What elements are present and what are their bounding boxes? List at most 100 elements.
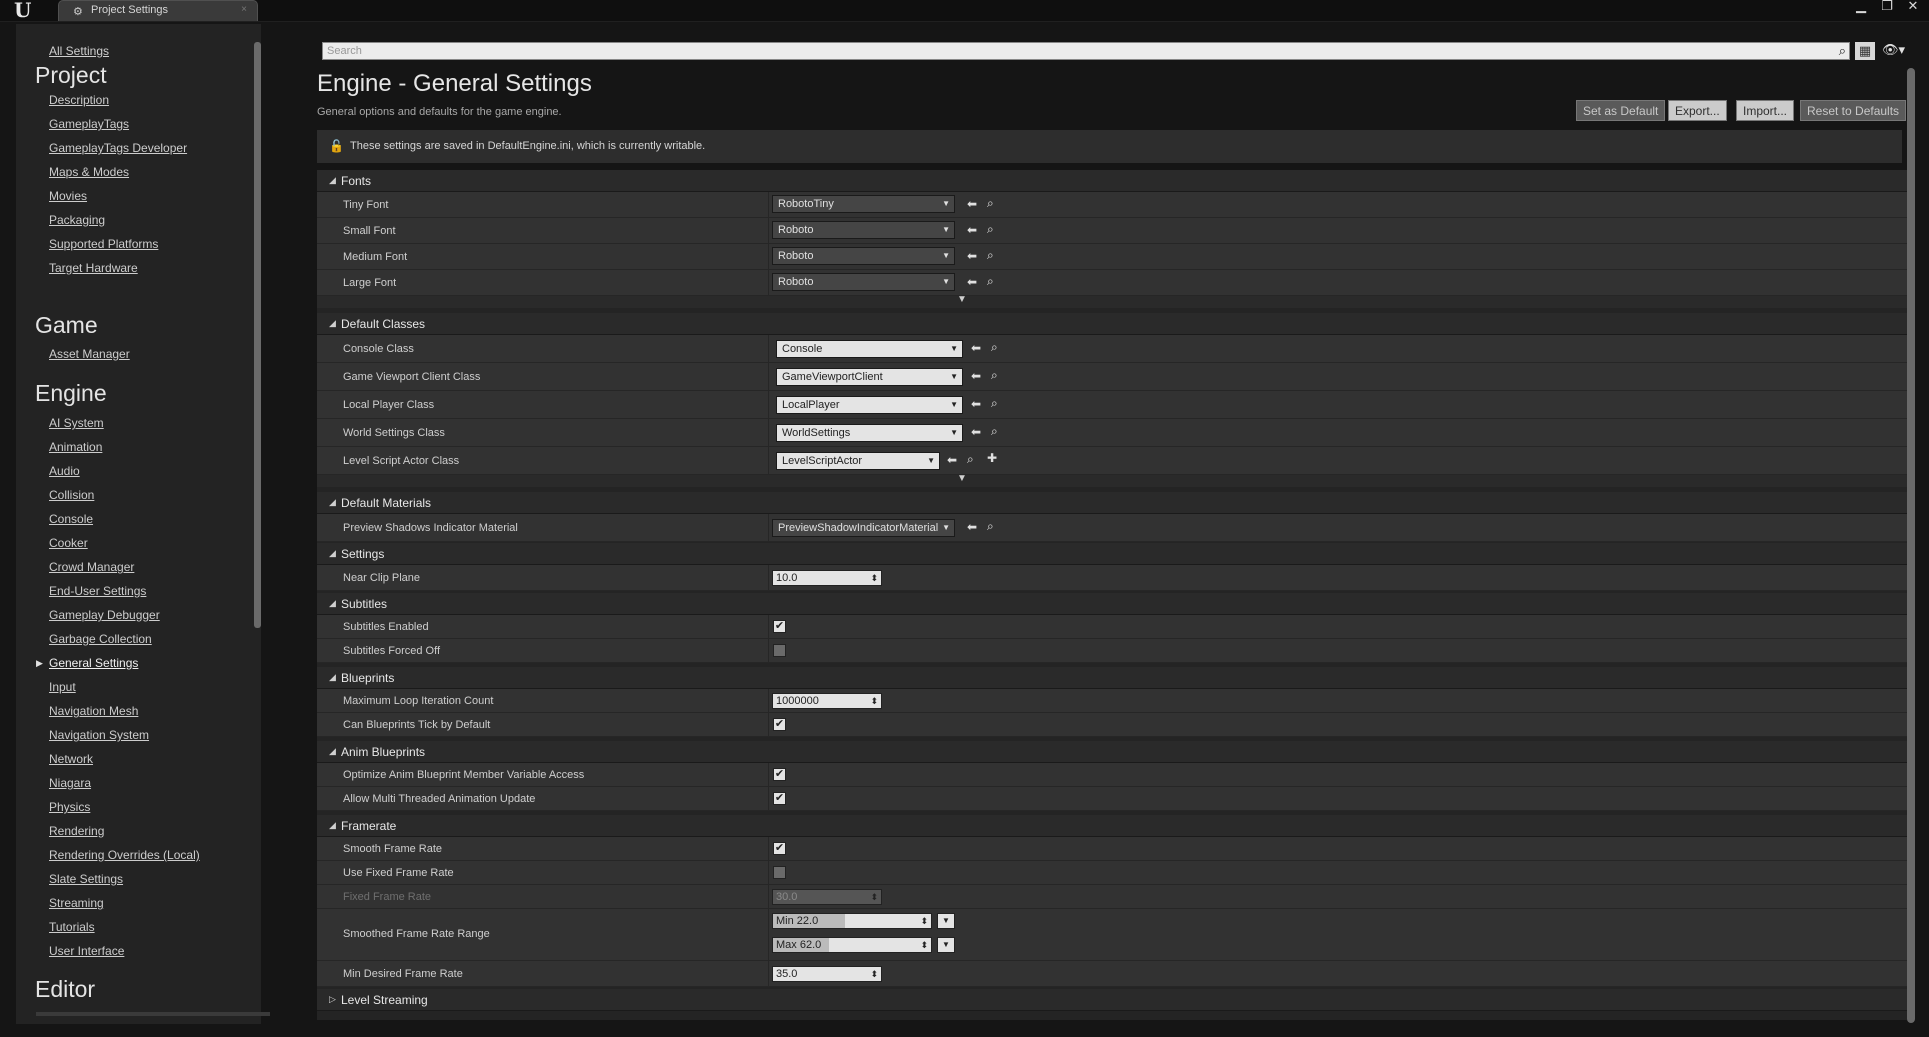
sidebar-item-slate-settings[interactable]: Slate Settings (49, 872, 123, 886)
use-selected-arrow-icon[interactable]: ⬅ (971, 341, 981, 355)
use-selected-arrow-icon[interactable]: ⬅ (967, 275, 977, 289)
sidebar-item-collision[interactable]: Collision (49, 488, 94, 502)
use-selected-arrow-icon[interactable]: ⬅ (971, 425, 981, 439)
collapse-triangle-icon[interactable]: ◢ (329, 820, 336, 831)
sidebar-item-network[interactable]: Network (49, 752, 93, 766)
sidebar-item-supported-platforms[interactable]: Supported Platforms (49, 237, 158, 251)
sidebar-item-animation[interactable]: Animation (49, 440, 102, 454)
sidebar-item-rendering-overrides[interactable]: Rendering Overrides (Local) (49, 848, 200, 862)
tiny-font-combo[interactable]: RobotoTiny ▼ (772, 195, 955, 213)
sidebar-item-movies[interactable]: Movies (49, 189, 87, 203)
export-button[interactable]: Export... (1668, 100, 1727, 121)
multi-threaded-anim-checkbox[interactable]: ✔ (773, 792, 786, 805)
min-desired-frame-rate-input[interactable]: 35.0 ⬍ (772, 966, 882, 982)
sidebar-item-asset-manager[interactable]: Asset Manager (49, 347, 130, 361)
use-selected-arrow-icon[interactable]: ⬅ (971, 369, 981, 383)
browse-search-icon[interactable]: ⌕ (987, 196, 994, 211)
sidebar-item-streaming[interactable]: Streaming (49, 896, 104, 910)
browse-search-icon[interactable]: ⌕ (987, 222, 994, 237)
sidebar-item-all-settings[interactable]: All Settings (49, 44, 109, 58)
view-options-grid-icon[interactable]: ▦ (1855, 42, 1875, 60)
range-min-dropdown-icon[interactable]: ▼ (937, 913, 955, 929)
sidebar-item-cooker[interactable]: Cooker (49, 536, 88, 550)
sidebar-item-tutorials[interactable]: Tutorials (49, 920, 95, 934)
small-font-combo[interactable]: Roboto ▼ (772, 221, 955, 239)
medium-font-combo[interactable]: Roboto ▼ (772, 247, 955, 265)
large-font-combo[interactable]: Roboto ▼ (772, 273, 955, 291)
local-player-class-combo[interactable]: LocalPlayer ▼ (776, 396, 963, 414)
optimize-anim-bp-checkbox[interactable]: ✔ (773, 768, 786, 781)
sidebar-item-navigation-mesh[interactable]: Navigation Mesh (49, 704, 138, 718)
use-selected-arrow-icon[interactable]: ⬅ (967, 249, 977, 263)
sidebar-item-gameplay-debugger[interactable]: Gameplay Debugger (49, 608, 160, 622)
sidebar-item-console[interactable]: Console (49, 512, 93, 526)
use-fixed-frame-rate-checkbox[interactable] (773, 866, 786, 879)
sidebar-item-ai-system[interactable]: AI System (49, 416, 104, 430)
section-framerate[interactable]: ◢ Framerate (317, 815, 1907, 837)
use-selected-arrow-icon[interactable]: ⬅ (971, 397, 981, 411)
use-selected-arrow-icon[interactable]: ⬅ (947, 453, 957, 467)
import-button[interactable]: Import... (1736, 100, 1795, 121)
browse-search-icon[interactable]: ⌕ (987, 248, 994, 263)
blueprints-tick-default-checkbox[interactable]: ✔ (773, 718, 786, 731)
reset-to-defaults-button[interactable]: Reset to Defaults (1800, 100, 1907, 121)
close-icon[interactable]: ✕ (1905, 0, 1921, 12)
sidebar-item-garbage-collection[interactable]: Garbage Collection (49, 632, 152, 646)
section-default-classes[interactable]: ◢ Default Classes (317, 313, 1907, 335)
collapse-triangle-icon[interactable]: ◢ (329, 746, 336, 757)
section-default-materials[interactable]: ◢ Default Materials (317, 492, 1907, 514)
section-subtitles[interactable]: ◢ Subtitles (317, 593, 1907, 615)
minimize-icon[interactable]: ▁ (1853, 0, 1869, 12)
sidebar-item-maps-modes[interactable]: Maps & Modes (49, 165, 129, 179)
collapse-triangle-icon[interactable]: ◢ (329, 598, 336, 609)
collapse-triangle-icon[interactable]: ◢ (329, 672, 336, 683)
sidebar-horizontal-scrollbar[interactable] (36, 1012, 270, 1016)
main-scrollbar[interactable] (1907, 68, 1915, 1023)
search-input[interactable] (323, 43, 1849, 59)
collapse-triangle-icon[interactable]: ◢ (329, 497, 336, 508)
sidebar-item-packaging[interactable]: Packaging (49, 213, 105, 227)
advanced-expander[interactable]: ▼ (317, 473, 1907, 487)
browse-search-icon[interactable]: ⌕ (987, 274, 994, 289)
maximize-icon[interactable]: ❐ (1879, 0, 1895, 12)
add-plus-icon[interactable]: ✚ (987, 451, 997, 465)
sidebar-item-target-hardware[interactable]: Target Hardware (49, 261, 138, 275)
subtitles-forced-off-checkbox[interactable] (773, 644, 786, 657)
console-class-combo[interactable]: Console ▼ (776, 340, 963, 358)
sidebar-item-input[interactable]: Input (49, 680, 76, 694)
collapse-triangle-icon[interactable]: ◢ (329, 548, 336, 559)
range-max-dropdown-icon[interactable]: ▼ (937, 937, 955, 953)
max-loop-iteration-input[interactable]: 1000000 ⬍ (772, 693, 882, 709)
sidebar-scrollbar[interactable] (254, 42, 261, 628)
search-icon[interactable]: ⌕ (1839, 43, 1846, 59)
frame-rate-range-max-input[interactable]: Max 62.0 ⬍ (772, 937, 932, 953)
sidebar-item-gameplaytags-developer[interactable]: GameplayTags Developer (49, 141, 187, 155)
sidebar-item-user-interface[interactable]: User Interface (49, 944, 124, 958)
sidebar-item-navigation-system[interactable]: Navigation System (49, 728, 149, 742)
expand-triangle-icon[interactable]: ▷ (329, 994, 336, 1005)
smooth-frame-rate-checkbox[interactable]: ✔ (773, 842, 786, 855)
browse-search-icon[interactable]: ⌕ (991, 340, 998, 355)
browse-search-icon[interactable]: ⌕ (991, 424, 998, 439)
sidebar-item-audio[interactable]: Audio (49, 464, 80, 478)
world-settings-class-combo[interactable]: WorldSettings ▼ (776, 424, 963, 442)
sidebar-item-physics[interactable]: Physics (49, 800, 90, 814)
use-selected-arrow-icon[interactable]: ⬅ (967, 197, 977, 211)
preview-shadows-material-combo[interactable]: PreviewShadowIndicatorMaterial ▼ (772, 519, 955, 537)
tab-close-icon[interactable]: × (241, 4, 247, 15)
browse-search-icon[interactable]: ⌕ (987, 519, 994, 534)
near-clip-plane-input[interactable]: 10.0 ⬍ (772, 570, 882, 586)
sidebar-item-crowd-manager[interactable]: Crowd Manager (49, 560, 134, 574)
level-script-actor-class-combo[interactable]: LevelScriptActor ▼ (776, 452, 940, 470)
use-selected-arrow-icon[interactable]: ⬅ (967, 520, 977, 534)
sidebar-item-description[interactable]: Description (49, 93, 109, 107)
collapse-triangle-icon[interactable]: ◢ (329, 318, 336, 329)
sidebar-item-gameplaytags[interactable]: GameplayTags (49, 117, 129, 131)
sidebar-item-end-user-settings[interactable]: End-User Settings (49, 584, 146, 598)
set-as-default-button[interactable]: Set as Default (1576, 100, 1666, 121)
frame-rate-range-min-input[interactable]: Min 22.0 ⬍ (772, 913, 932, 929)
subtitles-enabled-checkbox[interactable]: ✔ (773, 620, 786, 633)
tab-project-settings[interactable]: ⚙ Project Settings × (58, 0, 258, 21)
section-fonts[interactable]: ◢ Fonts (317, 170, 1907, 192)
section-blueprints[interactable]: ◢ Blueprints (317, 667, 1907, 689)
